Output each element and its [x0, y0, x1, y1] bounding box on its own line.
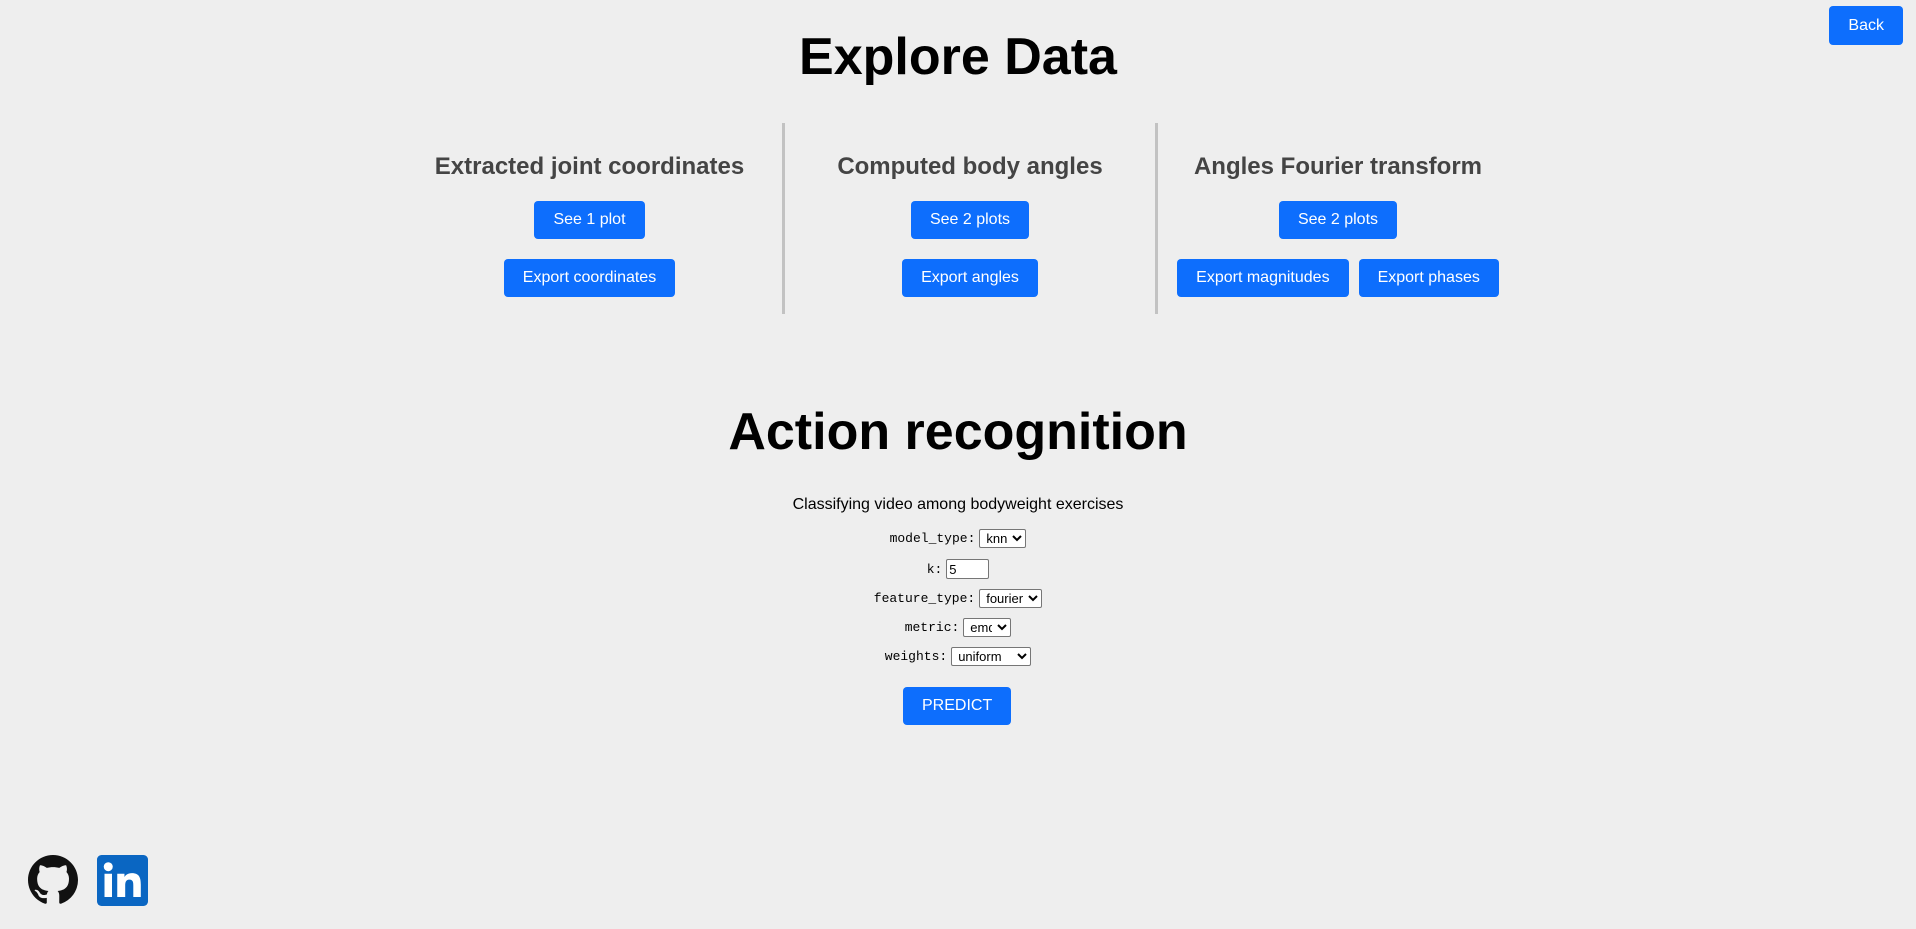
- joint-coordinates-title: Extracted joint coordinates: [434, 153, 745, 180]
- body-angles-title: Computed body angles: [837, 153, 1103, 180]
- weights-select[interactable]: uniform: [951, 647, 1032, 666]
- body-angles-section: Computed body angles See 2 plots Export …: [785, 123, 1158, 314]
- linkedin-icon: [97, 855, 148, 910]
- see-coordinates-plot-button[interactable]: See 1 plot: [534, 201, 645, 239]
- explore-data-title: Explore Data: [799, 28, 1117, 86]
- see-fourier-plots-button[interactable]: See 2 plots: [1278, 201, 1398, 239]
- model-type-select[interactable]: knn: [979, 529, 1027, 548]
- github-link[interactable]: [28, 855, 78, 910]
- export-coordinates-button[interactable]: Export coordinates: [503, 259, 676, 297]
- action-recognition-title: Action recognition: [728, 403, 1188, 461]
- k-row: k:: [0, 559, 1916, 579]
- linkedin-link[interactable]: [97, 855, 148, 911]
- metric-label: metric:: [904, 620, 960, 635]
- weights-row: weights: uniform: [0, 647, 1916, 666]
- weights-label: weights:: [884, 649, 948, 664]
- metric-select[interactable]: emd: [963, 618, 1012, 637]
- github-icon: [28, 855, 78, 909]
- metric-row: metric: emd: [0, 618, 1916, 637]
- joint-coordinates-section: Extracted joint coordinates See 1 plot E…: [397, 123, 785, 314]
- export-magnitudes-button[interactable]: Export magnitudes: [1177, 259, 1349, 297]
- k-label: k:: [926, 561, 943, 577]
- k-input[interactable]: [946, 559, 990, 579]
- model-type-label: model_type:: [889, 531, 976, 546]
- model-type-row: model_type: knn: [0, 529, 1916, 548]
- export-angles-button[interactable]: Export angles: [902, 259, 1038, 297]
- predict-button[interactable]: PREDICT: [903, 687, 1012, 725]
- fourier-transform-section: Angles Fourier transform See 2 plots Exp…: [1158, 123, 1518, 314]
- feature-type-select[interactable]: fourier: [979, 589, 1043, 608]
- explore-sections: Extracted joint coordinates See 1 plot E…: [397, 123, 1521, 314]
- export-phases-button[interactable]: Export phases: [1358, 259, 1499, 297]
- feature-type-label: feature_type:: [873, 591, 976, 606]
- action-subtitle: Classifying video among bodyweight exerc…: [792, 496, 1124, 513]
- fourier-transform-title: Angles Fourier transform: [1193, 153, 1483, 180]
- feature-type-row: feature_type: fourier: [0, 589, 1916, 608]
- see-angles-plots-button[interactable]: See 2 plots: [910, 201, 1030, 239]
